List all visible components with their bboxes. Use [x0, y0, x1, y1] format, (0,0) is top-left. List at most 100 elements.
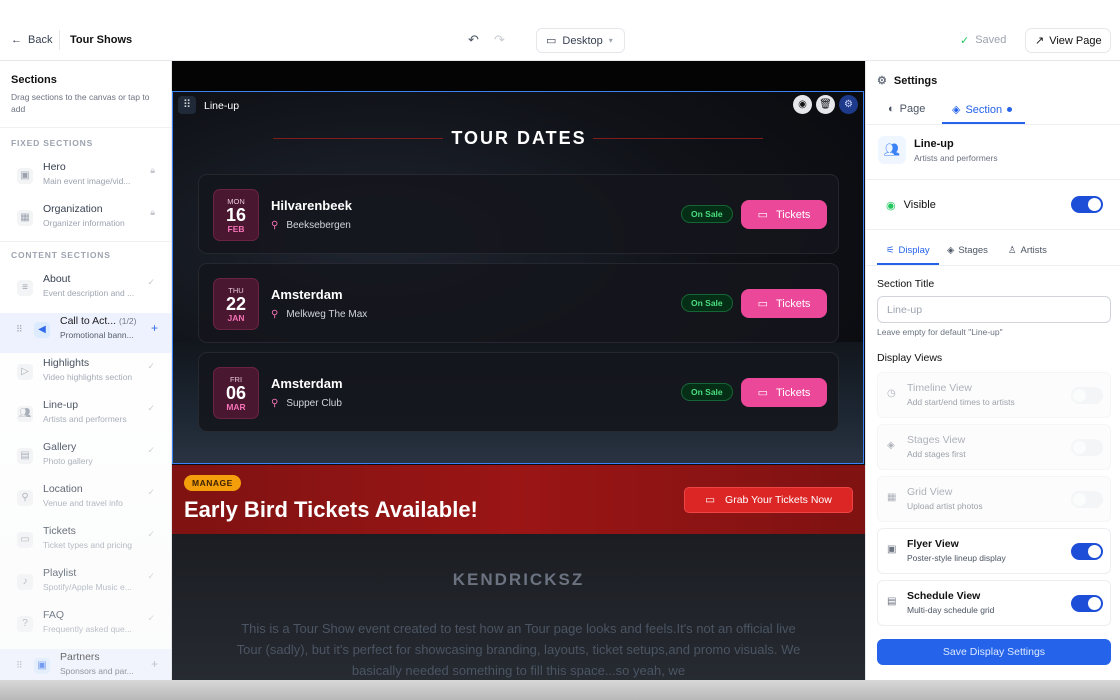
section-desc: Artists and performers [43, 414, 127, 424]
section-label: Line-up [204, 100, 240, 112]
section-name: About [43, 273, 71, 285]
subtab-artists[interactable]: ♙ Artists [1008, 245, 1047, 256]
check-icon: ✓ [147, 445, 155, 455]
timeline-view-toggle[interactable] [1071, 387, 1103, 404]
device-select[interactable]: ▭ Desktop ▾ [536, 28, 625, 53]
manage-badge[interactable]: MANAGE [184, 475, 241, 491]
back-button[interactable]: ← Back [11, 34, 52, 46]
date-badge: FRI 06 MAR [213, 367, 259, 419]
section-item-tickets[interactable]: ▭ Tickets Ticket types and pricing ✓ [12, 523, 164, 563]
section-name: Organization [43, 203, 103, 215]
drag-handle-icon[interactable]: ⠿ [16, 324, 23, 335]
section-item-location[interactable]: ⚲ Location Venue and travel info ✓ [12, 481, 164, 521]
eye-icon[interactable]: ◉ [793, 95, 812, 114]
schedule-view-toggle[interactable] [1071, 595, 1103, 612]
section-desc: Sponsors and par... [60, 666, 134, 676]
layers-icon: ◈ [947, 245, 955, 256]
handshake-icon: ▣ [34, 658, 50, 674]
megaphone-icon: ◀ [34, 322, 50, 338]
section-item-faq[interactable]: ? FAQ Frequently asked que... ✓ [12, 607, 164, 647]
section-item-organization[interactable]: ▦ Organization Organizer information 🔒︎ [12, 201, 164, 241]
trash-icon[interactable]: 🗑︎ [816, 95, 835, 114]
view-page-button[interactable]: ↗ View Page [1025, 28, 1111, 53]
section-title-help: Leave empty for default "Line-up" [877, 327, 1003, 337]
lock-icon: 🔒︎ [150, 207, 155, 217]
section-name: Call to Act... (1/2) [60, 315, 137, 327]
saved-label: Saved [975, 34, 1007, 46]
section-desc: Organizer information [43, 218, 125, 228]
tickets-button[interactable]: ▭ Tickets [741, 200, 827, 229]
subtab-display[interactable]: ⚟ Display [886, 245, 930, 256]
section-title-input[interactable] [877, 296, 1111, 323]
day: 16 [225, 205, 247, 225]
check-icon: ✓ [960, 35, 970, 47]
section-desc: Photo gallery [43, 456, 93, 466]
check-icon: ✓ [147, 277, 155, 287]
plus-icon[interactable]: + [151, 657, 158, 671]
section-desc: Video highlights section [43, 372, 133, 382]
divider [866, 265, 1120, 266]
tickets-button[interactable]: ▭ Tickets [741, 289, 827, 318]
lineup-section[interactable]: ⠿ Line-up ◉ 🗑︎ ⚙ TOUR DATES MON 16 FEB H… [172, 91, 864, 464]
section-item-playlist[interactable]: ♪ Playlist Spotify/Apple Music e... ✓ [12, 565, 164, 605]
drag-handle-icon[interactable]: ⠿ [16, 660, 23, 671]
month: JAN [227, 313, 245, 323]
gear-icon[interactable]: ⚙ [839, 95, 858, 114]
lock-icon: 🔒︎ [150, 165, 155, 175]
ticket-icon: ▭ [757, 298, 768, 310]
page-canvas: ⠿ Line-up ◉ 🗑︎ ⚙ TOUR DATES MON 16 FEB H… [172, 61, 865, 680]
section-desc: Spotify/Apple Music e... [43, 582, 132, 592]
external-link-icon: ↗ [1035, 35, 1045, 47]
section-name: Line-up [43, 399, 79, 411]
section-item-line-up[interactable]: 👥︎ Line-up Artists and performers ✓ [12, 397, 164, 437]
plus-icon[interactable]: + [151, 321, 158, 335]
visible-toggle[interactable] [1071, 196, 1103, 213]
section-item-call-to-action[interactable]: ⠿ ◀ Call to Act... (1/2) Promotional ban… [0, 313, 171, 353]
view-option-grid: ▦ Grid View Upload artist photos [877, 476, 1111, 522]
view-title: Timeline View [907, 382, 972, 394]
view-option-flyer: ▣ Flyer View Poster-style lineup display [877, 528, 1111, 574]
event-venue: ⚲ Melkweg The Max [271, 309, 368, 320]
active-dot [1007, 107, 1013, 112]
play-icon: ▷ [17, 364, 33, 380]
section-item-gallery[interactable]: ▤ Gallery Photo gallery ✓ [12, 439, 164, 479]
eye-icon: ◉ [886, 200, 896, 212]
subtab-stages[interactable]: ◈ Stages [947, 245, 988, 256]
stages-view-toggle[interactable] [1071, 439, 1103, 456]
tickets-button[interactable]: ▭ Tickets [741, 378, 827, 407]
status-badge: On Sale [681, 383, 733, 401]
section-item-about[interactable]: ≡ About Event description and ... ✓ [12, 271, 164, 311]
users-icon: 👥︎ [17, 406, 33, 422]
view-page-label: View Page [1049, 34, 1102, 47]
back-label: Back [28, 34, 53, 46]
section-name: Tickets [43, 525, 76, 537]
tab-section[interactable]: ◈ Section [952, 103, 1013, 116]
section-name: Gallery [43, 441, 77, 453]
building-icon: ▦ [17, 210, 33, 226]
redo-icon[interactable]: ↷ [494, 32, 505, 48]
section-item-highlights[interactable]: ▷ Highlights Video highlights section ✓ [12, 355, 164, 395]
section-item-partners[interactable]: ⠿ ▣ Partners Sponsors and par... + [0, 649, 171, 680]
tab-page[interactable]: ◐ Page [888, 103, 925, 115]
arrow-left-icon: ← [11, 34, 22, 46]
save-display-settings-button[interactable]: Save Display Settings [877, 639, 1111, 665]
ticket-icon: ▭ [17, 532, 33, 548]
flyer-view-toggle[interactable] [1071, 543, 1103, 560]
drag-handle-icon[interactable]: ⠿ [178, 96, 196, 114]
grab-tickets-button[interactable]: ▭ Grab Your Tickets Now [684, 487, 853, 513]
sliders-icon: ⚟ [886, 245, 895, 256]
view-desc: Add start/end times to artists [907, 397, 1015, 407]
undo-icon[interactable]: ↶ [468, 32, 479, 48]
top-bar: ← Back Tour Shows ↶ ↷ ▭ Desktop ▾ ✓ Save… [0, 0, 1120, 61]
grid-view-toggle[interactable] [1071, 491, 1103, 508]
layers-icon: ◈ [887, 440, 895, 451]
map-pin-icon: ⚲ [17, 490, 33, 506]
event-card: MON 16 FEB Hilvarenbeek ⚲ Beeksebergen On… [198, 174, 839, 254]
image-icon: ▣ [17, 168, 33, 184]
day: 22 [225, 294, 247, 314]
check-icon: ✓ [147, 529, 155, 539]
section-item-hero[interactable]: ▣ Hero Main event image/vid... 🔒︎ [12, 159, 164, 199]
section-desc: Ticket types and pricing [43, 540, 132, 550]
user-icon: ♙ [1008, 245, 1017, 256]
display-views-label: Display Views [877, 352, 943, 364]
